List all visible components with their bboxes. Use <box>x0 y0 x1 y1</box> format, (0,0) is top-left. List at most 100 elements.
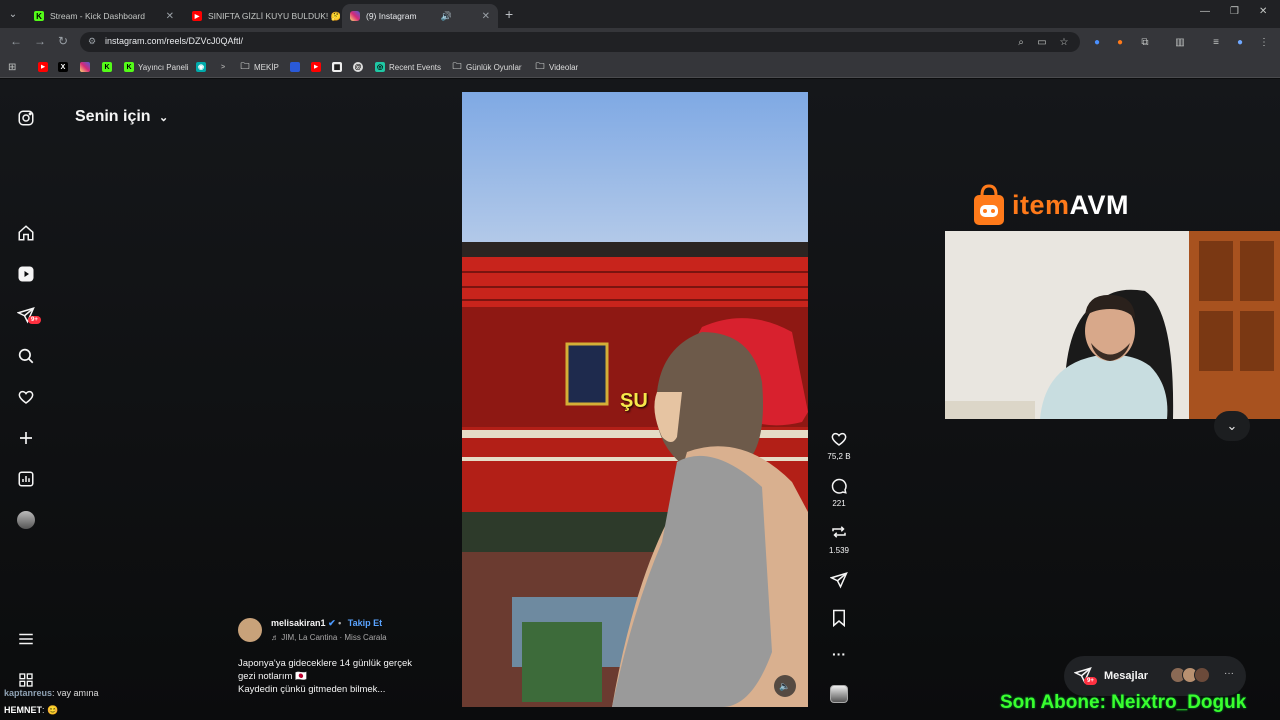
feed-title[interactable]: Senin için ⌄ <box>75 108 168 126</box>
share-icon <box>829 572 848 589</box>
bookmark-yayinci-paneli[interactable]: K Yayıncı Paneli <box>124 60 189 74</box>
bookmark-star-icon[interactable]: ☆ <box>1058 36 1070 48</box>
profile-icon[interactable]: ● <box>1234 36 1246 48</box>
bookmark-app-icon: > <box>218 62 228 72</box>
new-tab-button[interactable]: + <box>505 6 513 22</box>
music-row[interactable]: ♬ JIM, La Cantina · Miss Carala <box>271 633 387 642</box>
reload-icon[interactable]: ↻ <box>58 34 68 48</box>
instagram-logo-icon[interactable] <box>16 108 36 128</box>
bookmark-icon-6[interactable]: @ <box>353 60 367 74</box>
sponsor-logo: itemAVM <box>972 183 1129 227</box>
tab-title: SINIFTA GİZLİ KUYU BULDUK! 🤔 <box>208 10 340 21</box>
bookmark-icon-5[interactable]: ▦ <box>332 60 346 74</box>
profile-avatar[interactable] <box>16 510 36 530</box>
bookmark-instagram[interactable] <box>80 60 94 74</box>
bookmark-kick[interactable]: K <box>102 60 116 74</box>
like-button[interactable] <box>826 430 852 453</box>
tab-instagram[interactable]: (9) Instagram 🔊 ✕ <box>342 4 498 28</box>
messages-badge: 9+ <box>1084 677 1097 685</box>
recent-events-icon: ◎ <box>375 62 385 72</box>
forward-icon[interactable]: → <box>34 34 46 48</box>
extensions-puzzle-icon[interactable]: ⧉ <box>1139 36 1151 48</box>
music-note-icon: ♬ <box>271 633 279 642</box>
music-label: JIM, La Cantina · Miss Carala <box>281 633 387 642</box>
dashboard-icon[interactable] <box>16 469 36 489</box>
reels-icon[interactable] <box>16 264 36 284</box>
comment-button[interactable] <box>826 477 852 500</box>
threads-icon: @ <box>353 62 363 72</box>
window-close-icon[interactable]: ✕ <box>1259 6 1267 17</box>
reel-video[interactable]: ŞU 🔈 <box>462 92 808 707</box>
search-icon[interactable] <box>16 346 36 366</box>
bookmark-label: Videolar <box>549 62 579 72</box>
bookmark-videolar[interactable]: 🗀 Videolar <box>535 60 578 74</box>
more-options-icon[interactable]: ··· <box>826 646 852 662</box>
cast-icon[interactable]: ▭ <box>1036 36 1048 48</box>
bookmark-recent-events[interactable]: ◎ Recent Events <box>375 60 441 74</box>
author-row: melisakiran1 ✔ • Takip Et <box>271 618 383 628</box>
media-controls-icon[interactable]: ≡ <box>1210 36 1222 48</box>
messages-label: Mesajlar <box>1104 670 1149 682</box>
repost-button[interactable] <box>826 523 852 546</box>
side-panel-icon[interactable]: ▥ <box>1174 36 1186 48</box>
chrome-menu-icon[interactable]: ⋮ <box>1258 36 1270 48</box>
chat-message: HEMNET: 😊 <box>4 705 58 716</box>
zoom-icon[interactable]: ⌕ <box>1015 36 1027 48</box>
close-icon[interactable]: ✕ <box>160 11 174 22</box>
bookmark-label: Yayıncı Paneli <box>138 62 189 72</box>
x-icon: X <box>58 62 68 72</box>
tab-kick-dashboard[interactable]: K Stream - Kick Dashboard ✕ <box>26 4 182 28</box>
back-icon[interactable]: ← <box>10 34 22 48</box>
bookmark-mekip[interactable]: 🗀 MEKİP <box>240 60 278 74</box>
home-icon[interactable] <box>16 223 36 243</box>
minimize-icon[interactable]: — <box>1200 6 1210 17</box>
speaker-icon[interactable]: 🔊 <box>440 11 451 22</box>
tab-title: (9) Instagram <box>366 11 417 21</box>
reel-description[interactable]: Japonya'ya gideceklere 14 günlük gerçek … <box>238 657 458 696</box>
logo-suffix: AVM <box>1069 189 1130 220</box>
close-icon[interactable]: ✕ <box>476 11 490 22</box>
description-line: gezi notlarım 🇯🇵 <box>238 671 307 682</box>
tab-search-button[interactable]: ⌄ <box>4 5 22 23</box>
kick-icon: K <box>102 62 112 72</box>
more-options-icon: ··· <box>1224 668 1234 679</box>
kick-icon: K <box>34 11 44 21</box>
description-line: Kaydedin çünkü gitmeden bilmek... <box>238 684 386 695</box>
follow-button[interactable]: Takip Et <box>348 618 382 628</box>
bookmark-app-icon: ◉ <box>196 62 206 72</box>
share-button[interactable] <box>826 571 852 594</box>
restore-icon[interactable]: ❐ <box>1230 6 1239 17</box>
bookmark-icon-4[interactable]: ▶ <box>311 60 325 74</box>
collapse-chevron-button[interactable]: ⌄ <box>1214 411 1250 441</box>
extension-icon[interactable]: ● <box>1114 36 1126 48</box>
chevron-down-icon: ⌄ <box>1226 418 1238 433</box>
bookmark-icon-2[interactable]: > <box>218 60 232 74</box>
audio-thumbnail[interactable] <box>826 685 852 703</box>
site-info-icon[interactable]: ⚙ <box>88 36 96 47</box>
apps-icon[interactable]: ⊞ <box>8 60 16 74</box>
latest-subscriber-text: Son Abone: Neixtro_Doguk <box>1000 692 1247 713</box>
messages-button[interactable]: 9+ Mesajlar ··· <box>1064 656 1246 696</box>
address-bar[interactable]: ⚙ instagram.com/reels/DZVcJ0QAftl/ ⌕ ▭ ☆ <box>80 32 1080 52</box>
author-avatar[interactable] <box>238 618 262 642</box>
bookmark-gunluk-oyunlar[interactable]: 🗀 Günlük Oyunlar <box>452 60 521 74</box>
chevron-down-icon: ⌄ <box>159 112 169 124</box>
chat-message: kaptanreus: vay amına <box>4 688 99 698</box>
bookmark-icon-1[interactable]: ◉ <box>196 60 210 74</box>
create-icon[interactable] <box>16 428 36 448</box>
bookmark-youtube[interactable]: ▶ <box>38 60 52 74</box>
tab-title: Stream - Kick Dashboard <box>50 11 145 21</box>
url-text: instagram.com/reels/DZVcJ0QAftl/ <box>105 36 244 46</box>
more-apps-icon[interactable] <box>16 670 36 690</box>
tab-youtube[interactable]: ▶ SINIFTA GİZLİ KUYU BULDUK! 🤔 ✕ <box>184 4 340 28</box>
verified-icon: ✔ <box>328 618 336 628</box>
image-icon: ▦ <box>332 62 342 72</box>
speaker-icon[interactable]: 🔈 <box>774 675 796 697</box>
author-name[interactable]: melisakiran1 <box>271 618 326 628</box>
save-button[interactable] <box>826 609 852 632</box>
bookmark-x[interactable]: X <box>58 60 72 74</box>
bookmark-icon-3[interactable] <box>290 60 304 74</box>
heart-icon[interactable] <box>16 387 36 407</box>
menu-icon[interactable] <box>16 629 36 649</box>
extension-icon[interactable]: ● <box>1091 36 1103 48</box>
